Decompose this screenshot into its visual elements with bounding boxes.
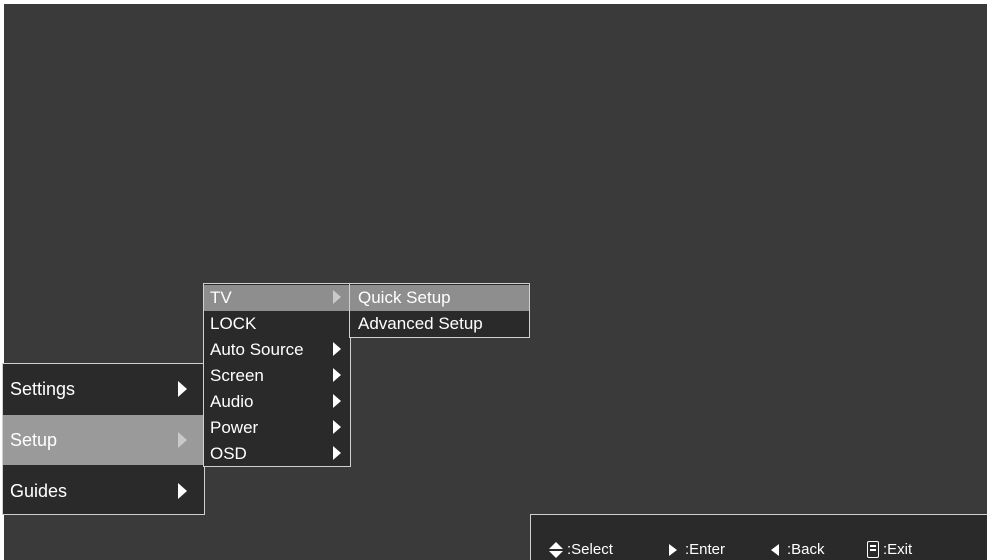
setup-item-label: Auto Source [210, 340, 304, 359]
submenu-arrow-icon [333, 420, 341, 434]
screen-frame-right [987, 0, 992, 560]
tv-item-label: Quick Setup [358, 288, 451, 307]
setup-item-label: TV [210, 288, 232, 307]
right-arrow-icon [669, 543, 677, 556]
help-enter-label: :Enter [685, 541, 726, 558]
help-select-label: :Select [567, 541, 613, 558]
setup-item-label: OSD [210, 444, 247, 463]
main-menu-item-label: Setup [10, 429, 58, 450]
setup-item-lock[interactable]: LOCK [204, 311, 350, 337]
setup-item-label: Screen [210, 366, 264, 385]
main-menu-item-settings[interactable]: Settings [3, 364, 204, 414]
help-back: :Back [771, 541, 825, 558]
remote-control-icon [867, 541, 879, 558]
submenu-arrow-icon [333, 446, 341, 460]
main-menu-item-guides[interactable]: Guides [3, 466, 204, 516]
setup-submenu: TV LOCK Auto Source Screen Audio Power O… [203, 283, 351, 467]
setup-item-label: Audio [210, 392, 254, 411]
submenu-arrow-icon [333, 342, 341, 356]
tv-item-advanced-setup[interactable]: Advanced Setup [350, 311, 529, 337]
setup-item-auto-source[interactable]: Auto Source [204, 337, 350, 363]
setup-item-osd[interactable]: OSD [204, 441, 350, 467]
submenu-arrow-icon [178, 381, 187, 397]
left-arrow-icon [771, 543, 779, 556]
help-exit-label: :Exit [883, 541, 913, 558]
up-down-arrows-icon [549, 541, 563, 558]
setup-item-label: Power [210, 418, 259, 437]
tv-item-label: Advanced Setup [358, 314, 483, 333]
setup-item-label: LOCK [210, 314, 257, 333]
main-menu-item-label: Guides [10, 480, 68, 501]
setup-item-power[interactable]: Power [204, 415, 350, 441]
help-back-label: :Back [787, 541, 825, 558]
submenu-arrow-icon [333, 368, 341, 382]
help-select: :Select [549, 541, 613, 558]
main-menu-item-setup[interactable]: Setup [3, 415, 204, 465]
setup-item-audio[interactable]: Audio [204, 389, 350, 415]
help-bar: :Select :Enter :Back :Exit [530, 514, 987, 560]
submenu-arrow-icon [333, 290, 341, 304]
tv-item-quick-setup[interactable]: Quick Setup [350, 285, 529, 311]
submenu-arrow-icon [178, 432, 187, 448]
main-menu-item-label: Settings [10, 378, 76, 399]
submenu-arrow-icon [178, 483, 187, 499]
main-menu: Settings Setup Guides [2, 363, 205, 515]
submenu-arrow-icon [333, 394, 341, 408]
help-exit: :Exit [867, 541, 912, 558]
tv-submenu: Quick Setup Advanced Setup [349, 283, 530, 338]
setup-item-tv[interactable]: TV [204, 285, 350, 311]
help-enter: :Enter [669, 541, 725, 558]
setup-item-screen[interactable]: Screen [204, 363, 350, 389]
